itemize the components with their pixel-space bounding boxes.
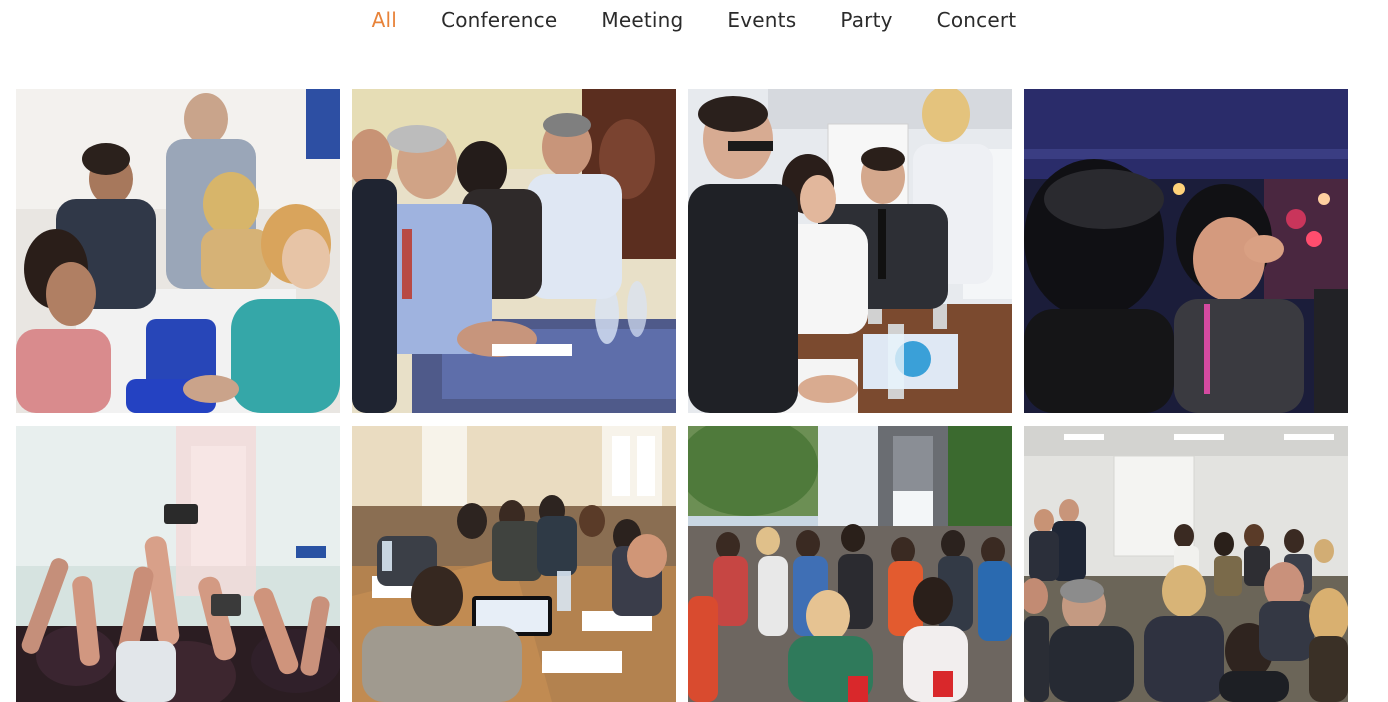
photo-conference-table-discussion — [16, 89, 340, 413]
filter-party[interactable]: Party — [840, 8, 892, 32]
photo-face-painting-party — [1024, 89, 1348, 413]
photo-concert-crowd — [16, 426, 340, 702]
gallery-item-office-meeting[interactable] — [688, 89, 1012, 413]
photo-business-roundtable — [352, 89, 676, 413]
filter-conference[interactable]: Conference — [441, 8, 557, 32]
photo-office-meeting-documents — [688, 89, 1012, 413]
gallery-item-party-face-painting[interactable] — [1024, 89, 1348, 413]
gallery-item-business-roundtable[interactable] — [352, 89, 676, 413]
photo-conference-room-tables — [352, 426, 676, 702]
gallery-item-concert-crowd[interactable] — [16, 426, 340, 702]
gallery-item-seminar-audience[interactable] — [1024, 426, 1348, 702]
photo-gallery-grid — [16, 89, 1348, 702]
filter-events[interactable]: Events — [727, 8, 796, 32]
filter-meeting[interactable]: Meeting — [601, 8, 683, 32]
gallery-filter-bar: All Conference Meeting Events Party Conc… — [0, 0, 1388, 40]
gallery-item-conference-room[interactable] — [352, 426, 676, 702]
filter-concert[interactable]: Concert — [937, 8, 1017, 32]
gallery-item-outdoor-event[interactable] — [688, 426, 1012, 702]
photo-seminar-audience — [1024, 426, 1348, 702]
photo-outdoor-event-crowd — [688, 426, 1012, 702]
filter-all[interactable]: All — [372, 8, 397, 32]
gallery-item-conference-discussion[interactable] — [16, 89, 340, 413]
